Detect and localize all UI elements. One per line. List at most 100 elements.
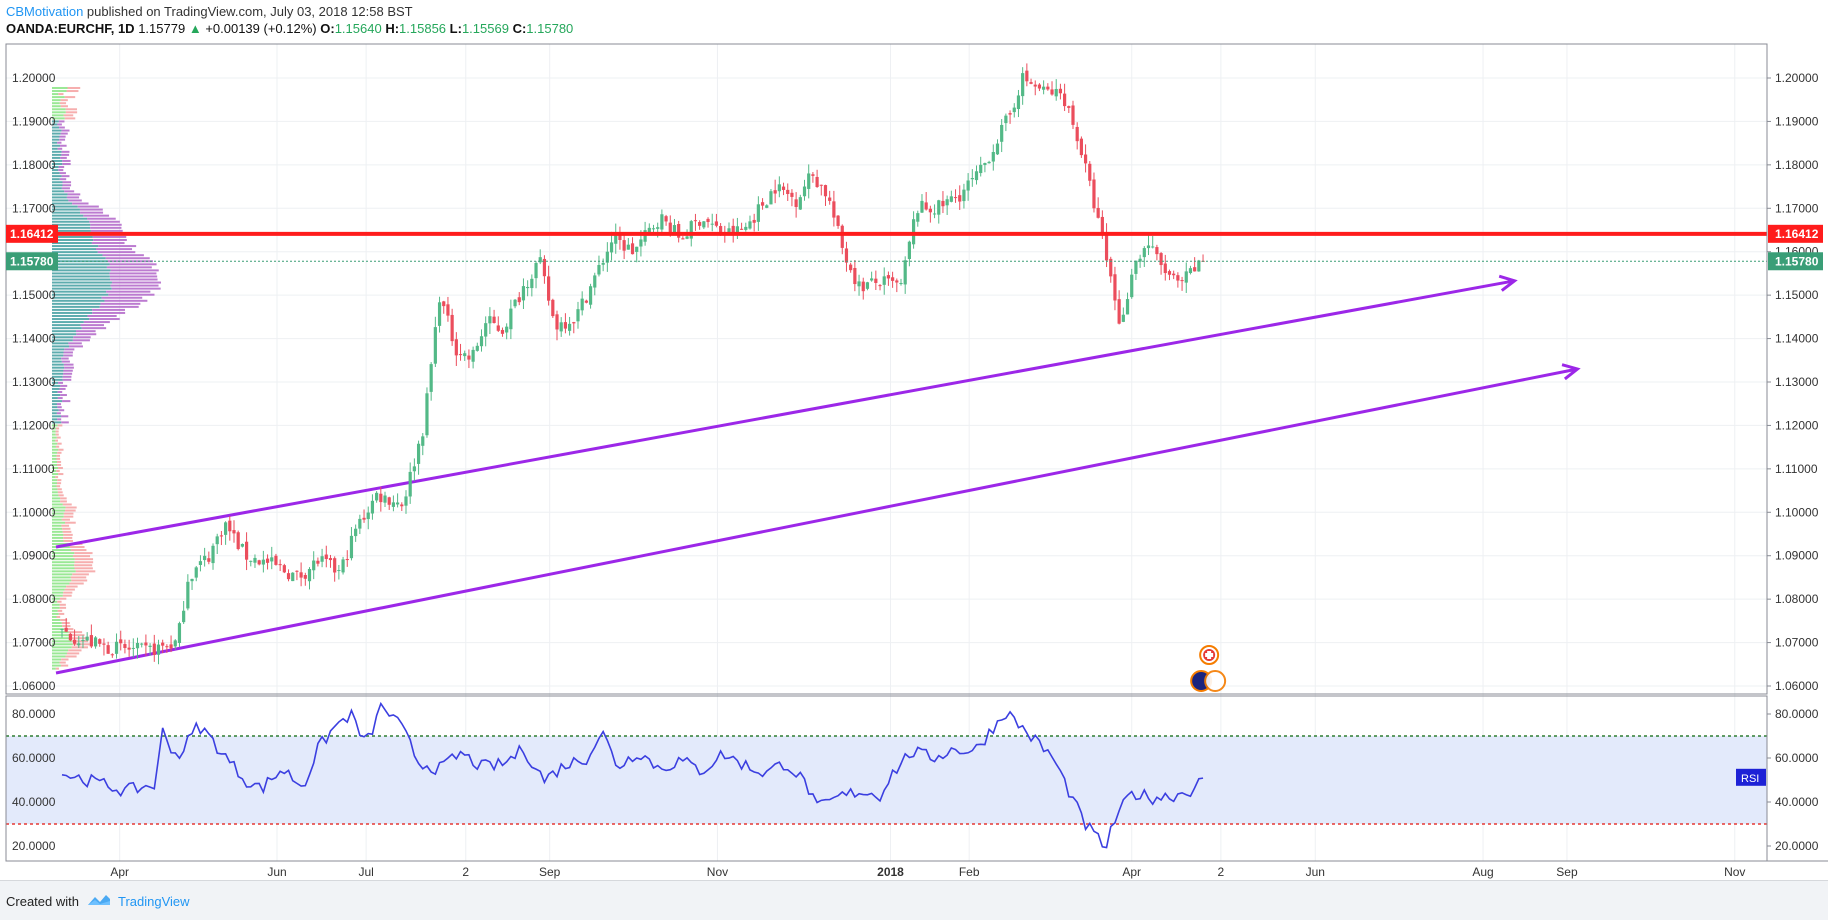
- profile-bar-up: [52, 445, 56, 448]
- candle-body: [962, 189, 966, 202]
- profile-bar-down: [65, 506, 77, 509]
- candle-body: [916, 213, 920, 222]
- profile-bar-down: [63, 539, 73, 542]
- candle-body: [714, 221, 719, 226]
- candle-body: [865, 282, 870, 289]
- candle-body: [500, 329, 505, 334]
- candle-body: [437, 302, 442, 326]
- profile-bar-down: [69, 582, 84, 585]
- profile-bar-up: [52, 655, 66, 658]
- trend-channel[interactable]: [55, 274, 1581, 675]
- profile-bar-down: [55, 427, 60, 430]
- candle-body: [807, 173, 811, 189]
- profile-bar-down: [74, 564, 93, 567]
- profile-bar-down: [60, 664, 69, 667]
- candle-body: [991, 152, 995, 162]
- profile-bar-down: [61, 360, 70, 363]
- profile-bar-down: [58, 494, 64, 497]
- rsi-tick-label: 20.0000: [1775, 839, 1819, 853]
- profile-bar-down: [63, 114, 74, 117]
- time-axis[interactable]: Apr Jun Jul 2 Sep Nov 2018 Feb Apr 2 Jun Aug Sep Nov: [110, 865, 1745, 879]
- profile-bar-down: [111, 281, 161, 284]
- candle-body: [547, 276, 551, 301]
- profile-bar-up: [52, 318, 90, 321]
- candle-body: [307, 568, 312, 582]
- rsi-tick-label: 80.0000: [1775, 707, 1819, 721]
- candle-body: [886, 275, 891, 279]
- tradingview-logo-icon[interactable]: [86, 892, 112, 908]
- profile-bar-down: [108, 293, 155, 296]
- profile-bar-up: [52, 579, 72, 582]
- candle-body: [349, 535, 354, 559]
- profile-bar-up: [52, 284, 111, 287]
- candle-body: [819, 184, 823, 186]
- price-tick-label-left: 1.12000: [12, 418, 56, 432]
- profile-bar-up: [52, 144, 61, 147]
- profile-bar-up: [52, 93, 59, 96]
- candle-body: [744, 226, 748, 230]
- profile-bar-up: [52, 497, 61, 500]
- price-tick-label: 1.08000: [1775, 592, 1819, 606]
- candle-body: [333, 558, 337, 573]
- profile-bar-down: [59, 135, 66, 138]
- candle-body: [383, 495, 387, 503]
- profile-bar-up: [52, 354, 64, 357]
- candle-body: [1075, 126, 1079, 142]
- profile-bar-down: [77, 205, 99, 208]
- candle-body: [693, 220, 698, 222]
- candle-body: [278, 564, 282, 566]
- profile-bar-up: [52, 415, 61, 418]
- profile-bar-up: [52, 181, 63, 184]
- profile-bar-down: [68, 649, 82, 652]
- profile-bar-down: [59, 661, 66, 664]
- candle-body: [458, 354, 463, 356]
- candle-body: [224, 522, 228, 535]
- candle-body: [651, 228, 656, 230]
- profile-bar-up: [52, 479, 58, 482]
- profile-bar-up: [52, 293, 109, 296]
- candle-body: [702, 221, 706, 228]
- price-tick-label-left: 1.14000: [12, 332, 56, 346]
- profile-bar-up: [52, 649, 69, 652]
- horizontal-levels[interactable]: [6, 231, 1767, 262]
- profile-bar-up: [52, 205, 78, 208]
- candle-body: [953, 197, 958, 199]
- candle-body: [152, 643, 156, 655]
- profile-bar-up: [52, 533, 64, 536]
- tradingview-link[interactable]: TradingView: [118, 894, 190, 909]
- profile-bar-down: [100, 302, 141, 305]
- candle-body: [488, 316, 492, 324]
- profile-bar-up: [52, 345, 70, 348]
- candle-body: [513, 299, 517, 307]
- candle-body: [958, 195, 962, 202]
- candle-body: [114, 641, 119, 654]
- profile-bar-up: [52, 652, 67, 655]
- profile-bar-up: [52, 615, 57, 618]
- profile-bar-down: [61, 524, 70, 527]
- candle-body: [777, 184, 781, 192]
- profile-bar-down: [57, 479, 62, 482]
- candle-body: [1155, 247, 1159, 255]
- profile-bar-down: [61, 150, 70, 153]
- candle-body: [190, 578, 194, 582]
- candle-body: [479, 336, 484, 347]
- candle-body: [240, 544, 244, 547]
- profile-bar-down: [89, 318, 120, 321]
- candle-body: [928, 208, 932, 213]
- profile-bar-up: [52, 324, 81, 327]
- price-chart[interactable]: 1.200001.190001.180001.170001.160001.150…: [0, 0, 1828, 880]
- profile-bar-down: [58, 466, 63, 469]
- profile-bar-down: [59, 597, 67, 600]
- profile-bar-down: [75, 570, 96, 573]
- candle-body: [635, 246, 639, 252]
- candle-body: [509, 308, 513, 330]
- profile-bar-down: [55, 445, 60, 448]
- event-markers[interactable]: [1190, 645, 1227, 692]
- profile-bar-down: [87, 217, 116, 220]
- profile-bar-down: [63, 369, 73, 372]
- profile-bar-down: [60, 394, 67, 397]
- profile-bar-down: [58, 448, 64, 451]
- candle-body: [1063, 93, 1067, 107]
- profile-bar-down: [66, 196, 80, 199]
- profile-bar-up: [52, 147, 58, 150]
